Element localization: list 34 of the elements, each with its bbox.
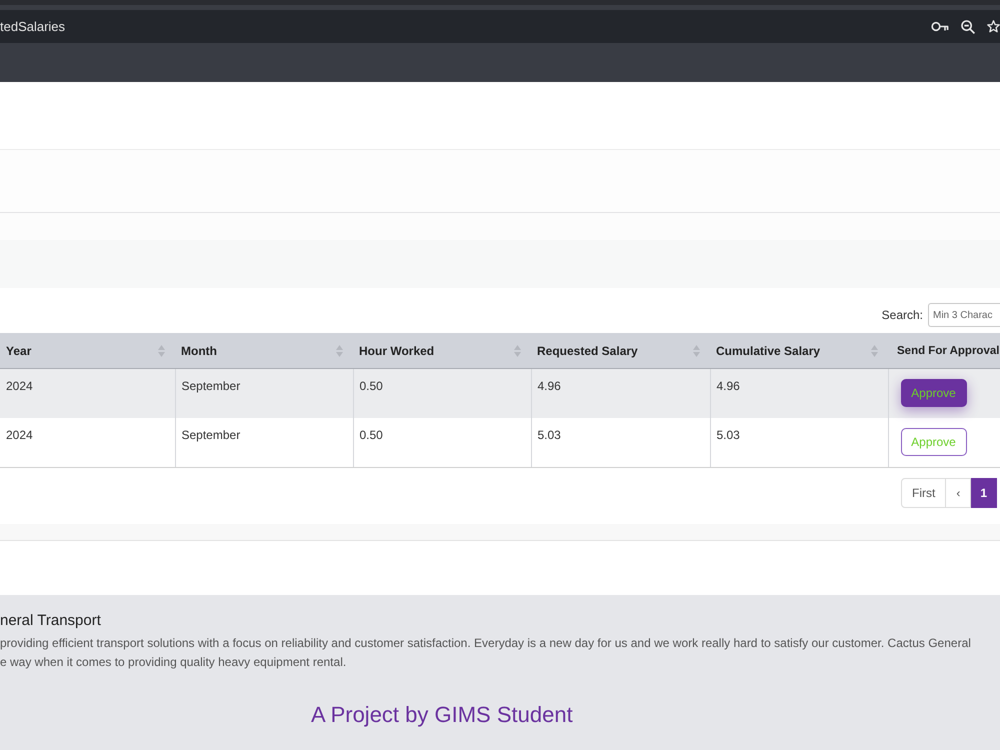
table-cell: 4.96 xyxy=(531,368,710,418)
search-field[interactable]: Min 3 Charac xyxy=(928,303,1000,327)
search-label: Search: xyxy=(882,308,923,322)
sort-icon[interactable] xyxy=(693,344,700,356)
sort-icon[interactable] xyxy=(158,344,165,356)
table-cell: 5.03 xyxy=(531,418,710,468)
sort-icon[interactable] xyxy=(871,344,878,356)
sort-icon[interactable] xyxy=(514,344,521,356)
approve-button[interactable]: Approve xyxy=(900,379,966,407)
project-credit: A Project by GIMS Student xyxy=(311,702,573,727)
table-cell: 2024 xyxy=(0,368,175,418)
table-cell: 0.50 xyxy=(353,368,531,418)
pagination-button[interactable]: ‹ xyxy=(946,478,972,508)
pagination-button[interactable]: First xyxy=(900,478,946,508)
key-icon[interactable] xyxy=(931,21,949,32)
column-header[interactable]: Month xyxy=(175,333,353,368)
column-header[interactable]: Requested Salary xyxy=(531,333,710,368)
pagination-button[interactable]: 1 xyxy=(971,478,997,508)
column-header[interactable]: Hour Worked xyxy=(353,333,531,368)
sort-icon[interactable] xyxy=(336,344,343,356)
column-header[interactable]: Year xyxy=(0,333,175,368)
tab-title[interactable]: tedSalaries xyxy=(0,19,66,34)
footer-title: neral Transport xyxy=(0,612,102,630)
table-cell: 4.96 xyxy=(710,368,888,418)
star-icon[interactable] xyxy=(987,20,1000,33)
table-cell: September xyxy=(175,368,353,418)
table-cell: 0.50 xyxy=(353,418,531,468)
column-header[interactable]: Send For Approval xyxy=(888,333,1000,368)
zoom-icon[interactable] xyxy=(961,20,975,34)
footer-description: providing efficient transport solutions with a focus on reliability and customer satisfaction. Everyday is a new day for us and we work really hard to satisfy our customer. Cactus General e way when it comes to providing quality heavy equipment rental. xyxy=(0,635,972,671)
column-header[interactable]: Cumulative Salary xyxy=(710,333,888,368)
table-cell: September xyxy=(175,418,353,468)
table-cell: 5.03 xyxy=(710,418,888,468)
table-cell: 2024 xyxy=(0,418,175,468)
